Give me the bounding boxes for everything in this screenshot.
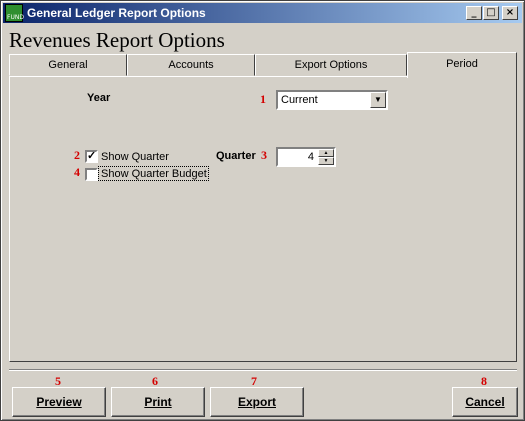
fund-app-icon: FUND — [5, 4, 24, 22]
year-dropdown[interactable]: Current ▼ — [276, 90, 388, 110]
report-options-window: FUND General Ledger Report Options _ □ ×… — [0, 0, 525, 421]
show-quarter-budget-checkbox[interactable] — [85, 168, 98, 181]
marker-4: 4 — [74, 165, 80, 179]
show-quarter-label[interactable]: Show Quarter — [101, 151, 169, 163]
minimize-icon[interactable]: _ — [466, 6, 482, 20]
cancel-button[interactable]: Cancel — [452, 387, 518, 417]
marker-1: 1 — [260, 92, 266, 106]
export-button[interactable]: Export — [210, 387, 304, 417]
chevron-down-icon[interactable]: ▼ — [370, 92, 386, 108]
year-label: Year — [87, 92, 111, 104]
title-bar[interactable]: FUND General Ledger Report Options _ □ × — [3, 3, 522, 23]
tab-period[interactable]: Period — [407, 52, 517, 78]
print-button[interactable]: Print — [111, 387, 205, 417]
marker-3: 3 — [261, 148, 267, 162]
quarter-label: Quarter — [216, 150, 256, 162]
divider — [9, 369, 517, 371]
preview-button[interactable]: Preview — [12, 387, 106, 417]
tab-general[interactable]: General — [9, 54, 127, 76]
maximize-icon[interactable]: □ — [483, 6, 499, 20]
page-title: Revenues Report Options — [9, 28, 225, 52]
period-tab-panel — [9, 76, 517, 362]
quarter-value[interactable]: 4 — [308, 151, 314, 163]
spin-up-icon[interactable]: ▲ — [318, 149, 334, 157]
show-quarter-checkbox[interactable]: ✓ — [85, 150, 98, 163]
window-title: General Ledger Report Options — [27, 6, 206, 20]
marker-2: 2 — [74, 148, 80, 162]
tab-export-options[interactable]: Export Options — [255, 54, 407, 76]
show-quarter-budget-label[interactable]: Show Quarter Budget — [101, 168, 207, 180]
tab-accounts[interactable]: Accounts — [127, 54, 255, 76]
year-value: Current — [281, 94, 318, 106]
quarter-spinner[interactable]: 4 ▲ ▼ — [276, 147, 336, 167]
app-icon-text: FUND — [7, 14, 24, 21]
close-icon[interactable]: × — [502, 6, 518, 20]
spin-down-icon[interactable]: ▼ — [318, 157, 334, 165]
